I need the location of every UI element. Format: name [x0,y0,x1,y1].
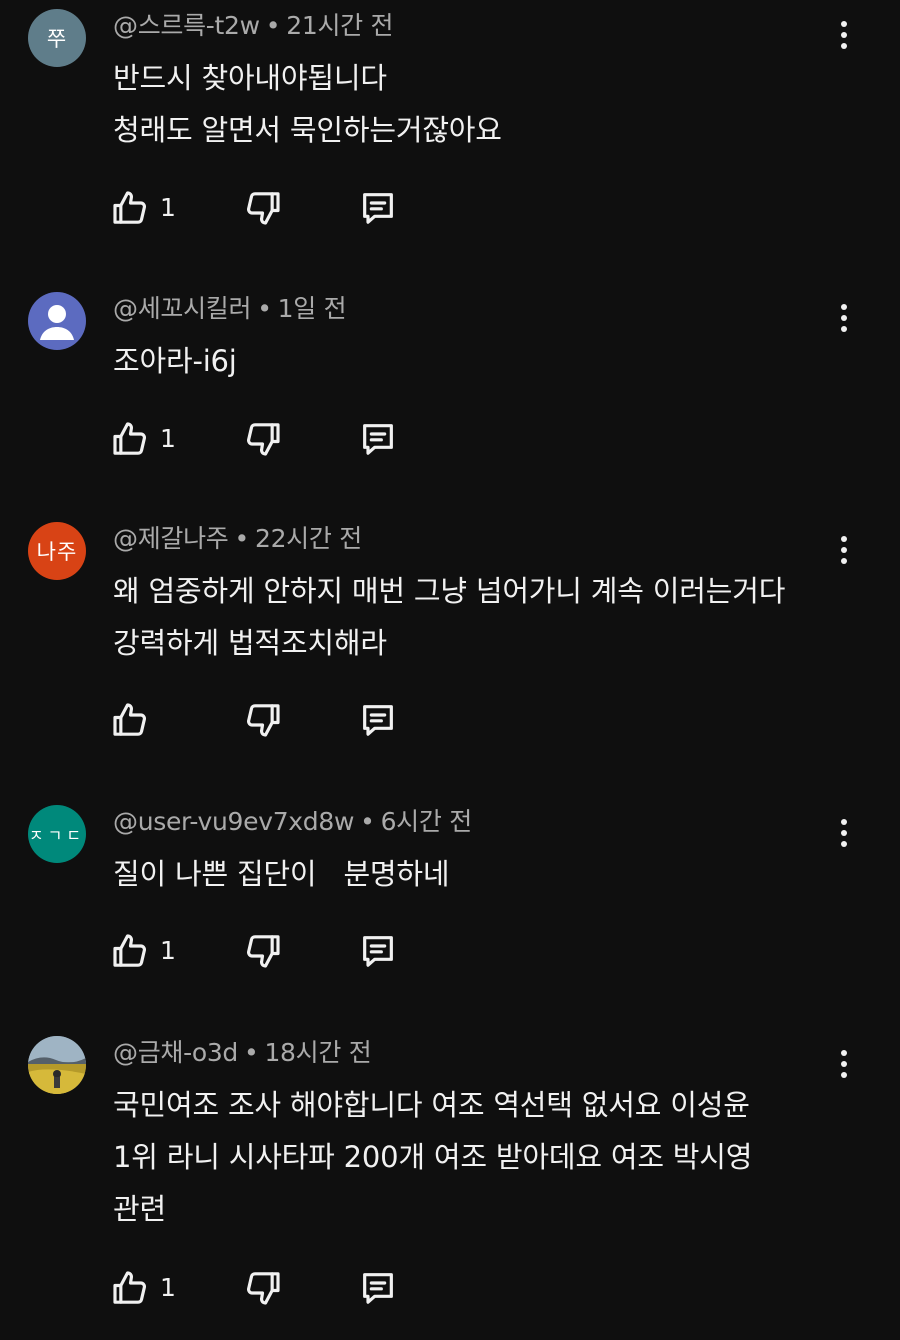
comment-time[interactable]: 18시간 전 [264,1038,371,1067]
reply-comment-icon [363,193,393,224]
comment-time[interactable]: 22시간 전 [255,524,362,553]
comment-meta: @금채-o3d • 18시간 전 [113,1036,372,1070]
comment-line: 청래도 알면서 묵인하는거잖아요 [113,113,502,147]
avatar[interactable]: 쭈 [28,9,86,67]
thumb-down-icon [247,704,280,737]
avatar[interactable]: 나주 [28,522,86,580]
reply-button[interactable] [358,698,398,742]
comment-line: 1위 라니 시사타파 200개 여조 받아데요 여조 박시영 [113,1140,753,1174]
comment-time[interactable]: 21시간 전 [286,11,393,40]
like-count: 1 [160,936,176,965]
comment-line: 반드시 찾아내야됩니다 [113,61,387,95]
dislike-button[interactable] [243,186,283,230]
comment-text: 조아라-i6j [113,335,833,387]
more-vert-icon[interactable] [828,811,860,855]
comment-actions: 1 [110,186,430,230]
like-button[interactable]: 1 [110,1266,176,1310]
thumb-up-icon [113,191,146,224]
thumb-up-icon [113,934,146,967]
thumb-down-icon [247,423,280,456]
comment-meta: @제갈나주 • 22시간 전 [113,522,362,556]
comment-line: 왜 엄중하게 안하지 매번 그냥 넘어가니 계속 이러는거다 [113,574,786,608]
comment-actions: 1 [110,1266,430,1310]
avatar-initials: ㅈㄱㄷ [28,826,86,845]
author-name[interactable]: @금채-o3d [113,1038,238,1067]
reply-button[interactable] [358,186,398,230]
dislike-button[interactable] [243,417,283,461]
avatar-initials: 나주 [36,540,78,564]
thumb-up-icon [113,422,146,455]
comment-line: 국민여조 조사 해야합니다 여조 역선택 없서요 이성윤 [113,1088,750,1122]
separator-dot: • [257,294,272,323]
thumb-down-icon [247,935,280,968]
dislike-button[interactable] [243,1266,283,1310]
dislike-button[interactable] [243,929,283,973]
landscape-photo [28,1036,86,1094]
more-vert-icon[interactable] [828,296,860,340]
thumb-down-icon [247,1272,280,1305]
author-name[interactable]: @스르륵-t2w [113,11,260,40]
avatar[interactable] [28,292,86,350]
comment-line: 강력하게 법적조치해라 [113,626,387,660]
more-vert-icon[interactable] [828,1042,860,1086]
comment-actions: 1 [110,417,430,461]
avatar[interactable] [28,1036,86,1094]
comment-line: 관련 [113,1192,166,1226]
comment-meta: @스르륵-t2w • 21시간 전 [113,9,394,43]
comment-meta: @user-vu9ev7xd8w • 6시간 전 [113,805,472,839]
comment-time[interactable]: 6시간 전 [381,807,473,836]
more-vert-icon[interactable] [828,528,860,572]
comment-text: 국민여조 조사 해야합니다 여조 역선택 없서요 이성윤 1위 라니 시사타파 … [113,1079,833,1235]
dislike-button[interactable] [243,698,283,742]
reply-button[interactable] [358,417,398,461]
like-button[interactable]: 1 [110,186,176,230]
separator-dot: • [234,524,250,553]
comment-actions [110,698,430,742]
comment-line: 질이 나쁜 집단이 분명하네 [113,857,450,891]
comment-actions: 1 [110,929,430,973]
comment-time[interactable]: 1일 전 [278,294,347,323]
thumb-down-icon [247,192,280,225]
author-name[interactable]: @user-vu9ev7xd8w [113,807,354,836]
reply-comment-icon [363,1273,393,1304]
reply-comment-icon [363,936,393,967]
comment-line: 조아라-i6j [113,344,237,378]
like-button[interactable] [110,698,160,742]
avatar-initials: 쭈 [46,27,68,51]
person-icon [40,305,74,340]
thumb-up-icon [113,1271,146,1304]
thumb-up-icon [113,703,146,736]
avatar[interactable]: ㅈㄱㄷ [28,805,86,863]
separator-dot: • [244,1038,259,1067]
comment-text: 왜 엄중하게 안하지 매번 그냥 넘어가니 계속 이러는거다 강력하게 법적조치… [113,565,833,669]
comment-text: 질이 나쁜 집단이 분명하네 [113,848,833,900]
like-count: 1 [160,1273,176,1302]
reply-button[interactable] [358,1266,398,1310]
reply-comment-icon [363,705,393,736]
author-name[interactable]: @세꼬시킬러 [113,294,252,323]
reply-button[interactable] [358,929,398,973]
like-count: 1 [160,424,176,453]
author-name[interactable]: @제갈나주 [113,524,229,553]
like-count: 1 [160,193,176,222]
like-button[interactable]: 1 [110,929,176,973]
reply-comment-icon [363,424,393,455]
comment-meta: @세꼬시킬러 • 1일 전 [113,292,347,326]
like-button[interactable]: 1 [110,417,176,461]
more-vert-icon[interactable] [828,13,860,57]
comment-text: 반드시 찾아내야됩니다 청래도 알면서 묵인하는거잖아요 [113,52,833,156]
separator-dot: • [360,807,375,836]
separator-dot: • [265,11,281,40]
